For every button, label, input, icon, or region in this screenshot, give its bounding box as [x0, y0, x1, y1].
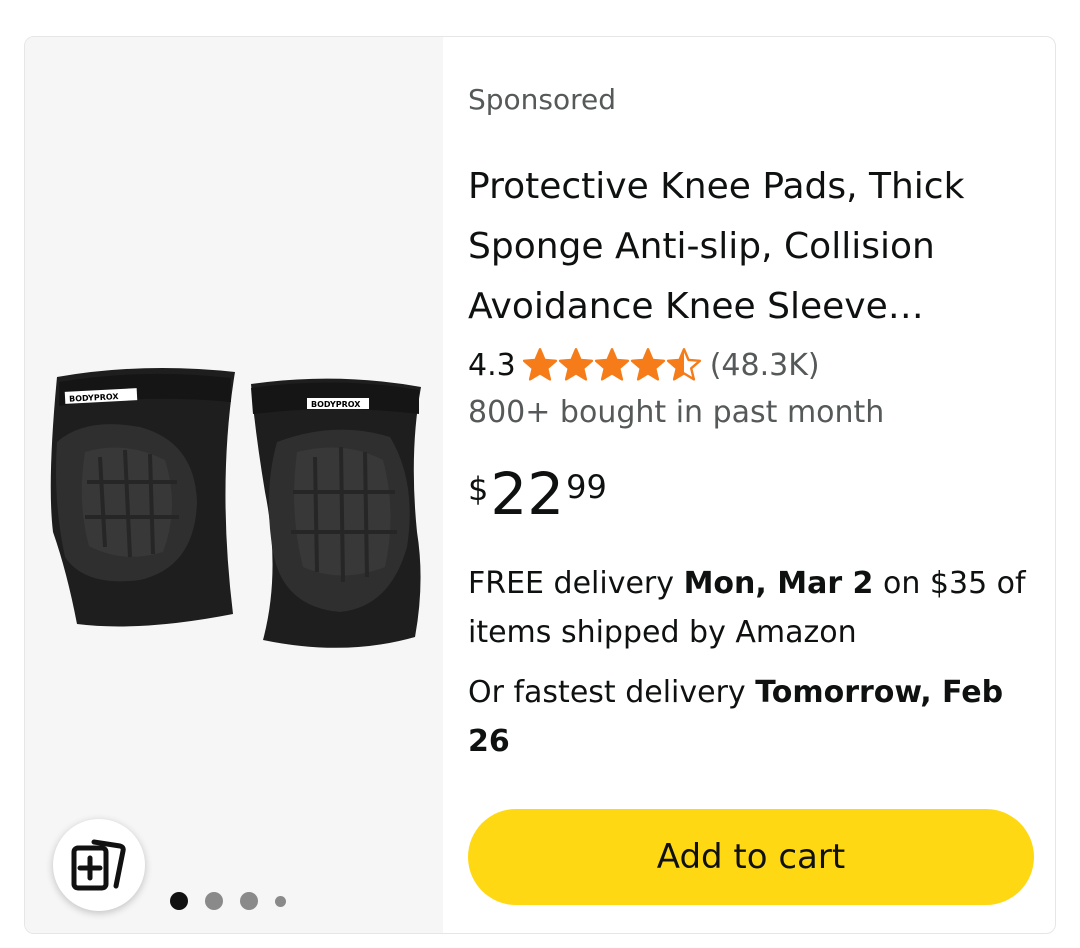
star-icon	[594, 348, 629, 381]
delivery-date: Mon, Mar 2	[683, 566, 874, 601]
price: $ 22 99	[468, 462, 607, 526]
delivery-prefix: FREE delivery	[468, 566, 675, 601]
price-symbol: $	[468, 470, 489, 508]
rating-count[interactable]: (48.3K)	[710, 348, 820, 383]
product-image[interactable]: BODYPROX BODYPROX	[45, 332, 425, 682]
fastest-prefix: Or fastest delivery	[468, 675, 746, 710]
add-to-compare-icon	[71, 839, 126, 891]
star-icon	[666, 348, 701, 381]
add-to-cart-button[interactable]: Add to cart	[468, 809, 1034, 905]
sponsored-label: Sponsored	[468, 83, 617, 116]
rating-stars[interactable]	[522, 347, 702, 383]
carousel-dot[interactable]	[205, 892, 223, 910]
fastest-delivery-text: Or fastest delivery Tomorrow, Feb 26	[468, 668, 1038, 766]
add-to-compare-button[interactable]	[53, 819, 145, 911]
star-icon	[522, 348, 557, 381]
star-icon	[558, 348, 593, 381]
star-icon	[630, 348, 665, 381]
rating-value: 4.3	[468, 347, 516, 383]
brand-label-right: BODYPROX	[311, 400, 361, 409]
price-whole: 22	[490, 460, 565, 528]
carousel-dot[interactable]	[240, 892, 258, 910]
free-delivery-text: FREE delivery Mon, Mar 2 on $35 of items…	[468, 559, 1038, 657]
carousel-dot[interactable]	[170, 892, 188, 910]
rating-row[interactable]: 4.3 (48.3K)	[468, 347, 820, 383]
price-fraction: 99	[566, 468, 607, 506]
product-title[interactable]: Protective Knee Pads, Thick Sponge Anti-…	[468, 157, 1028, 337]
product-card[interactable]: BODYPROX BODYPROX Sponsored Protective K…	[24, 36, 1056, 934]
carousel-dots	[170, 892, 286, 910]
carousel-dot[interactable]	[275, 895, 286, 907]
bought-in-past-month: 800+ bought in past month	[468, 395, 885, 430]
product-image-panel[interactable]: BODYPROX BODYPROX	[25, 37, 443, 933]
